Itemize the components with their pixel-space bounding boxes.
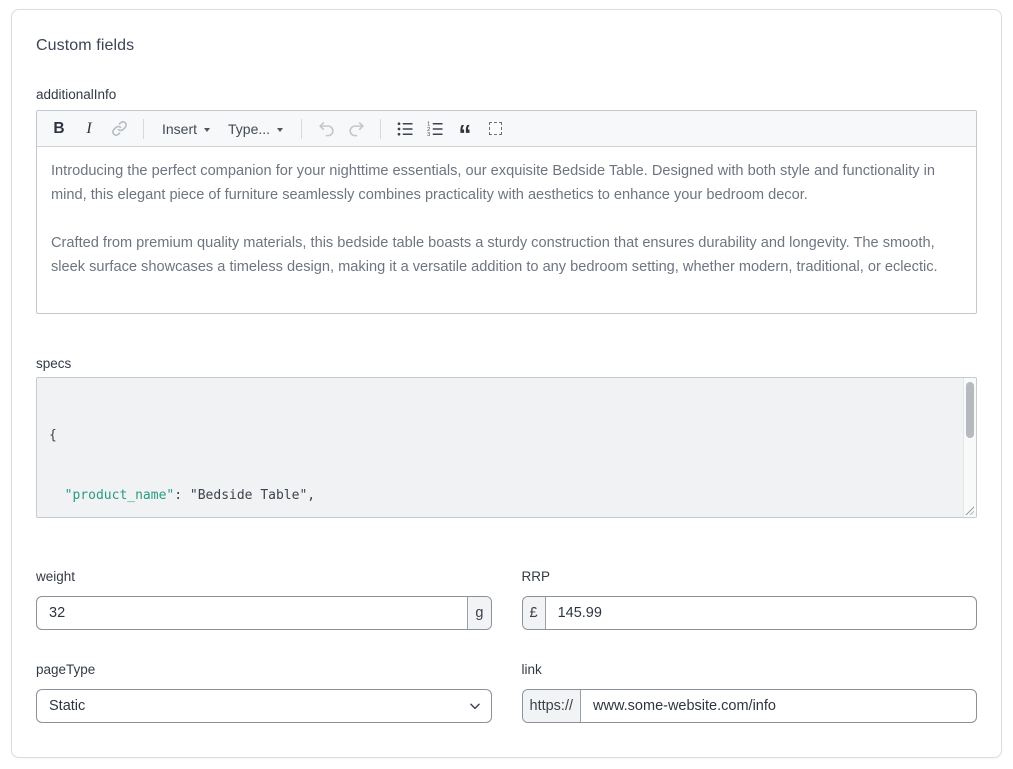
svg-text:3: 3	[427, 132, 430, 138]
undo-icon	[317, 119, 336, 138]
additional-info-label: additionalInfo	[36, 86, 977, 103]
weight-label: weight	[36, 568, 492, 585]
link-input-group: https://	[522, 689, 978, 723]
rrp-field: RRP £	[522, 568, 978, 630]
editor-content[interactable]: Introducing the perfect companion for yo…	[37, 147, 976, 313]
dashed-box-icon	[489, 122, 502, 135]
rich-text-editor: B I Insert Type...	[36, 110, 977, 314]
specs-scrollbar[interactable]	[963, 378, 976, 517]
rrp-input[interactable]	[546, 597, 976, 629]
fields-grid: weight g RRP £ pageType Static	[36, 568, 977, 723]
specs-code: { "product_name": "Bedside Table", "mate…	[37, 378, 976, 518]
undo-button[interactable]	[312, 115, 340, 143]
toolbar-divider	[143, 119, 144, 139]
currency-prefix: £	[523, 597, 546, 629]
toolbar-divider	[301, 119, 302, 139]
italic-button[interactable]: I	[75, 115, 103, 143]
link-icon	[111, 120, 128, 137]
bullet-list-icon	[396, 120, 414, 138]
page-title: Custom fields	[36, 37, 977, 55]
link-field: link https://	[522, 661, 978, 723]
bullet-list-button[interactable]	[391, 115, 419, 143]
link-input[interactable]	[581, 690, 976, 722]
blockquote-icon: “	[459, 129, 472, 139]
toolbar-divider	[380, 119, 381, 139]
page-type-field: pageType Static	[36, 661, 492, 723]
page-type-label: pageType	[36, 661, 492, 678]
scrollbar-thumb[interactable]	[966, 382, 974, 438]
insert-menu-label: Insert	[162, 121, 197, 137]
rrp-input-group: £	[522, 596, 978, 630]
redo-icon	[347, 119, 366, 138]
editor-paragraph: Crafted from premium quality materials, …	[51, 231, 962, 279]
redo-button[interactable]	[342, 115, 370, 143]
editor-paragraph: Introducing the perfect companion for yo…	[51, 159, 962, 207]
protocol-prefix: https://	[523, 690, 582, 722]
weight-input-group: g	[36, 596, 492, 630]
editor-toolbar: B I Insert Type...	[37, 111, 976, 147]
weight-unit-suffix: g	[467, 597, 490, 629]
custom-fields-card: Custom fields additionalInfo B I Insert …	[11, 9, 1002, 758]
link-label: link	[522, 661, 978, 678]
insert-menu-button[interactable]: Insert	[154, 115, 218, 143]
blockquote-button[interactable]: “	[451, 115, 479, 143]
bold-button[interactable]: B	[45, 115, 73, 143]
type-menu-button[interactable]: Type...	[220, 115, 291, 143]
dashed-box-button[interactable]	[481, 115, 509, 143]
numbered-list-button[interactable]: 123	[421, 115, 449, 143]
weight-field: weight g	[36, 568, 492, 630]
page-type-select[interactable]: Static	[36, 689, 492, 723]
type-menu-label: Type...	[228, 121, 270, 137]
chevron-down-icon	[204, 128, 210, 132]
numbered-list-icon: 123	[426, 120, 444, 138]
rrp-label: RRP	[522, 568, 978, 585]
specs-label: specs	[36, 355, 977, 372]
specs-textarea[interactable]: { "product_name": "Bedside Table", "mate…	[36, 377, 977, 518]
weight-input[interactable]	[37, 597, 467, 629]
page-type-select-wrap: Static	[36, 689, 492, 723]
link-button[interactable]	[105, 115, 133, 143]
code-line: "product_name": "Bedside Table",	[49, 486, 952, 506]
chevron-down-icon	[277, 128, 283, 132]
code-line: {	[49, 426, 952, 446]
